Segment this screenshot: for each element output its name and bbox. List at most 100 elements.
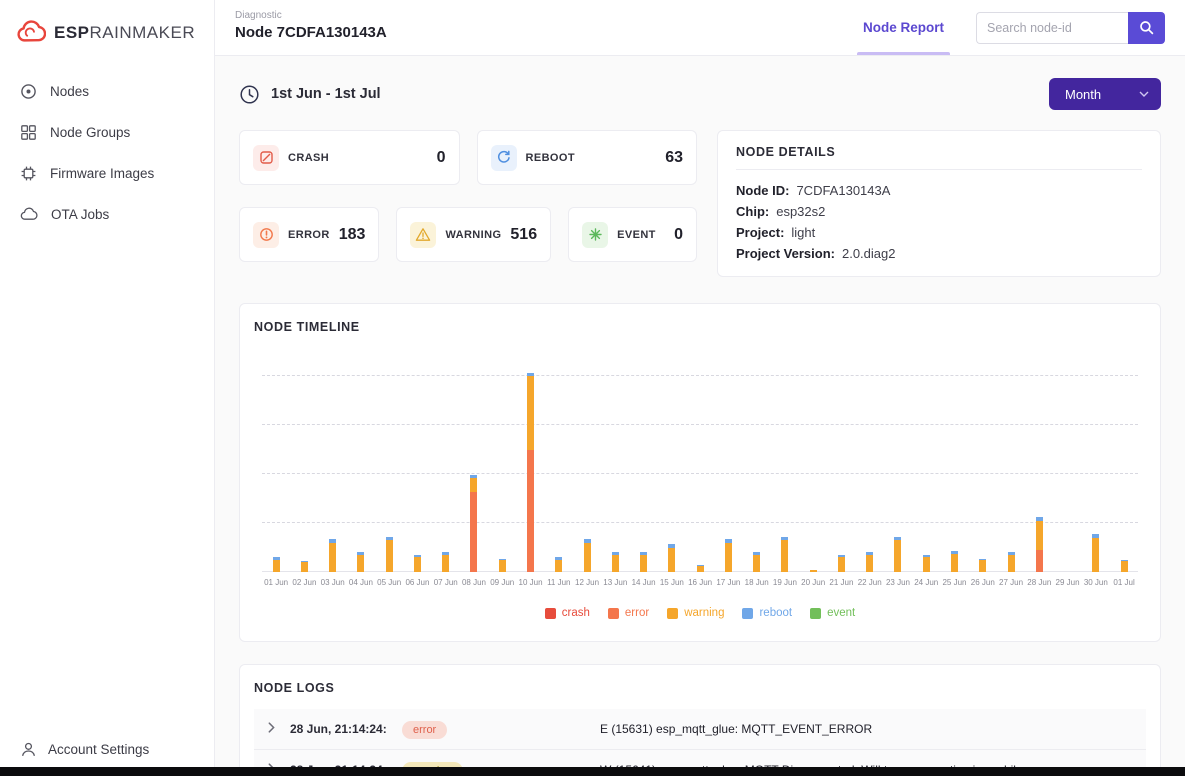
log-row[interactable]: 28 Jun, 21:14:24:errorE (15631) esp_mqtt… [254,709,1146,750]
bar-slot-02-jun [290,364,318,572]
topbar: Diagnostic Node 7CDFA130143A Node Report [215,0,1185,56]
stacked-bar [1036,517,1043,572]
stat-value-warning: 516 [510,226,537,244]
title-block: Diagnostic Node 7CDFA130143A [235,0,387,55]
sidebar-item-label: OTA Jobs [51,207,109,222]
bar-segment-warning [1036,521,1043,550]
search-input[interactable] [976,12,1128,44]
expand-chevron-icon[interactable] [268,720,290,738]
bar-segment-warning [640,555,647,572]
x-tick-label: 20 Jun [799,578,827,587]
node-logs-panel: NODE LOGS 28 Jun, 21:14:24:errorE (15631… [239,664,1161,776]
bar-segment-warning [725,543,732,572]
legend-item-event[interactable]: event [810,607,855,619]
sidebar: ESPRAINMAKER NodesNode Groups Firmware Im… [0,0,215,776]
stacked-bar [386,537,393,572]
x-tick-label: 22 Jun [856,578,884,587]
bar-slot-04-jun [347,364,375,572]
detail-row: Chip:esp32s2 [736,201,1142,222]
log-timestamp: 28 Jun, 21:14:24: [290,722,402,736]
brand-logo[interactable]: ESPRAINMAKER [0,0,214,71]
log-level-cell: error [402,720,488,739]
sidebar-item-nodes[interactable]: Nodes [0,71,214,112]
detail-label: Project: [736,225,784,240]
legend-swatch-event [810,608,821,619]
warning-icon [410,222,436,248]
stacked-bar [329,539,336,572]
legend-item-crash[interactable]: crash [545,607,590,619]
esp-cloud-logo-icon [16,20,46,45]
stacked-bar [668,544,675,572]
node-details-rows: Node ID:7CDFA130143AChip:esp32s2 Project:… [736,180,1142,264]
bar-slot-30-jun [1082,364,1110,572]
sidebar-item-firmware-images[interactable]: Firmware Images [0,153,214,194]
log-rows: 28 Jun, 21:14:24:errorE (15631) esp_mqtt… [254,709,1146,776]
bar-slot-19-jun [771,364,799,572]
sidebar-item-ota-jobs[interactable]: OTA Jobs [0,194,214,234]
bar-slot-03-jun [319,364,347,572]
node-logs-title: NODE LOGS [254,681,1146,695]
x-tick-label: 28 Jun [1025,578,1053,587]
date-range-label: 1st Jun - 1st Jul [271,86,381,102]
legend-item-error[interactable]: error [608,607,649,619]
stacked-bar [697,565,704,572]
sidebar-item-node-groups[interactable]: Node Groups [0,112,214,153]
period-dropdown-label: Month [1065,87,1101,102]
app-root: ESPRAINMAKER NodesNode Groups Firmware Im… [0,0,1185,776]
stat-label-error: ERROR [288,229,330,241]
stats-area: CRASH0REBOOT63 ERROR183WARNING516EVENT0 [239,130,697,262]
x-tick-label: 01 Jun [262,578,290,587]
detail-row: Project Version:2.0.diag2 [736,243,1142,264]
stat-value-reboot: 63 [665,149,683,167]
sidebar-item-label: Firmware Images [50,166,154,181]
timeline-legend: crash error warning reboot event [254,607,1146,619]
x-tick-label: 05 Jun [375,578,403,587]
bar-segment-warning [951,554,958,572]
stat-card-reboot: REBOOT63 [477,130,698,185]
legend-label: event [827,607,855,619]
bar-segment-warning [979,560,986,572]
legend-label: crash [562,607,590,619]
detail-value: 2.0.diag2 [842,246,896,261]
bar-slot-13-jun [601,364,629,572]
search-button[interactable] [1128,12,1165,44]
stacked-bar [527,373,534,572]
x-tick-label: 15 Jun [658,578,686,587]
bar-slot-27-jun [997,364,1025,572]
stats-row-1: CRASH0REBOOT63 [239,130,697,185]
bar-slot-14-jun [629,364,657,572]
bar-slot-28-jun [1025,364,1053,572]
bar-segment-warning [838,557,845,572]
bar-slot-22-jun [856,364,884,572]
stacked-bar [810,570,817,572]
bars-layer [262,364,1138,572]
stacked-bar [838,555,845,572]
stacked-bar [584,539,591,572]
legend-item-warning[interactable]: warning [667,607,724,619]
bar-slot-05-jun [375,364,403,572]
x-tick-label: 09 Jun [488,578,516,587]
bar-segment-warning [499,560,506,572]
bar-slot-26-jun [969,364,997,572]
firmware-images-icon [20,165,37,182]
bar-segment-warning [810,570,817,572]
node-details-panel: NODE DETAILS Node ID:7CDFA130143AChip:es… [717,130,1161,277]
nodes-icon [20,83,37,100]
x-tick-label: 21 Jun [827,578,855,587]
bar-segment-warning [357,555,364,572]
period-dropdown[interactable]: Month [1049,78,1161,110]
node-groups-icon [20,124,37,141]
bar-slot-29-jun [1053,364,1081,572]
detail-row: Node ID:7CDFA130143A [736,180,1142,201]
stacked-bar [357,552,364,572]
node-timeline-title: NODE TIMELINE [254,320,1146,334]
x-tick-label: 17 Jun [714,578,742,587]
stacked-bar [725,539,732,572]
stat-card-event: EVENT0 [568,207,697,262]
bar-slot-01-jun [262,364,290,572]
tab-node-report[interactable]: Node Report [857,0,950,55]
stat-label-crash: CRASH [288,152,329,164]
x-tick-label: 04 Jun [347,578,375,587]
bar-slot-08-jun [460,364,488,572]
legend-item-reboot[interactable]: reboot [742,607,792,619]
